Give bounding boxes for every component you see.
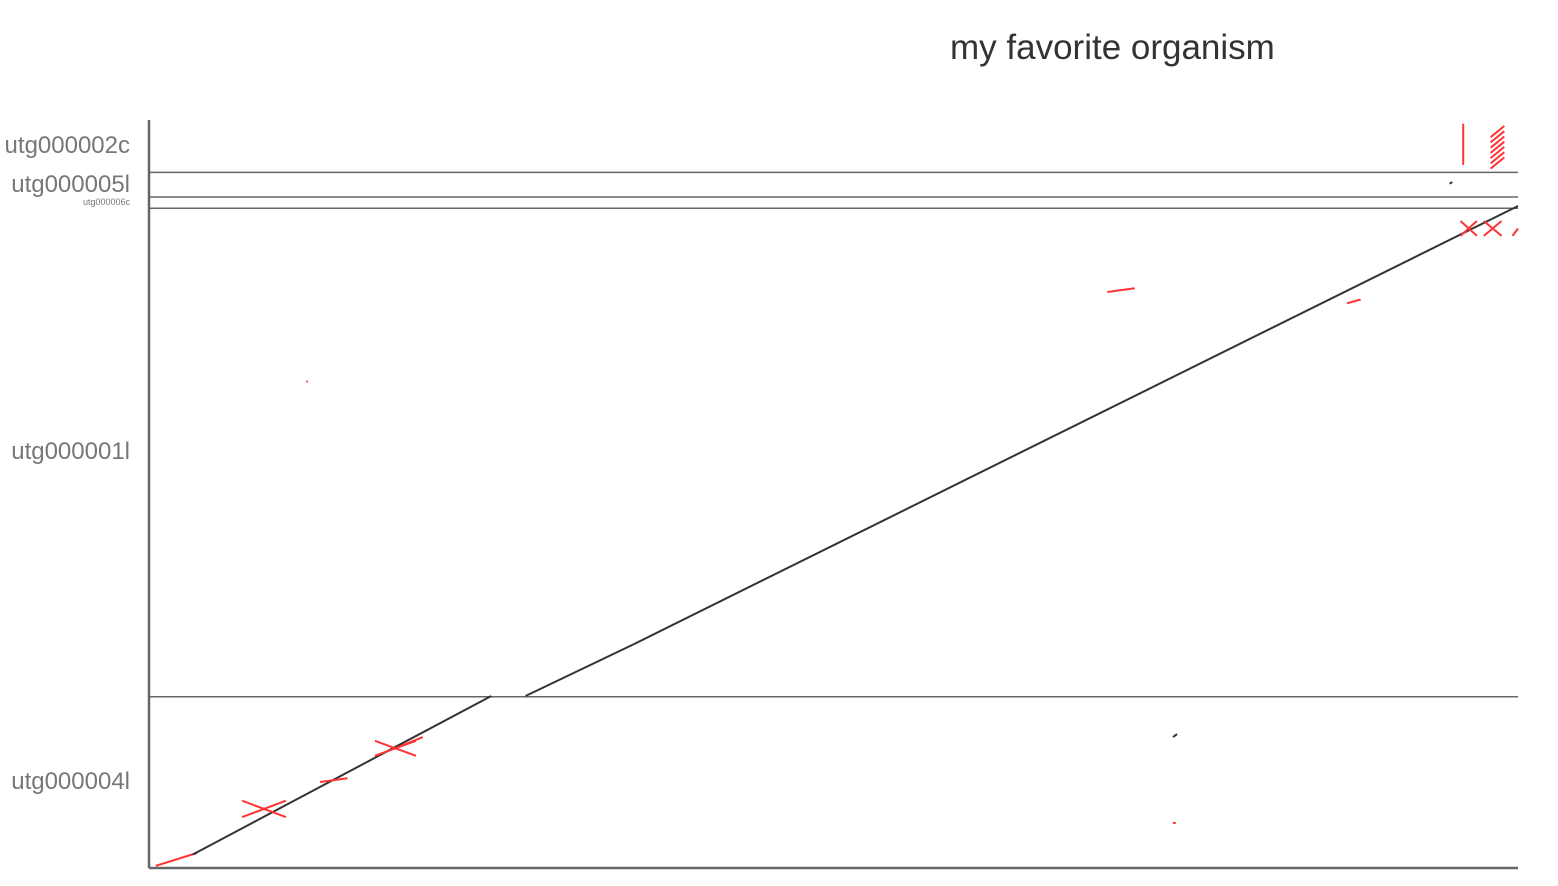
reverse-alignment-segment [1107,287,1135,293]
forward-alignment-segment [1449,181,1453,185]
reverse-alignment-segment [305,380,309,383]
forward-alignment-segment [634,205,1519,645]
reverse-alignment-segment [155,852,198,867]
plot-area [147,120,1519,870]
forward-alignment-segment [525,642,636,697]
forward-alignment-segment [192,695,492,856]
reverse-alignment-segment [1511,227,1519,237]
reverse-alignment-segment [1346,298,1361,305]
forward-alignment-segment [1172,733,1178,738]
dotplot-chart: my favorite organism utg000002c utg000005… [0,0,1558,886]
